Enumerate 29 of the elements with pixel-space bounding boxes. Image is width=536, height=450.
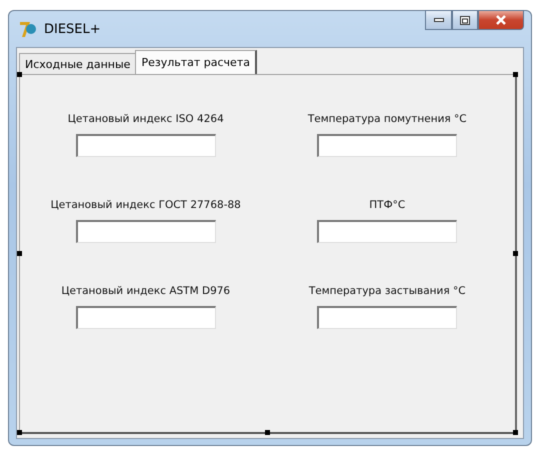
maximize-icon — [460, 16, 470, 24]
selection-handle[interactable] — [17, 72, 22, 77]
close-button[interactable] — [478, 10, 524, 30]
close-icon — [495, 15, 507, 25]
input-field[interactable] — [76, 220, 216, 243]
selection-handle[interactable] — [513, 430, 518, 435]
field-label: Цетановый индекс ГОСТ 27768-88 — [50, 199, 241, 211]
app-logo-icon — [18, 19, 38, 39]
field-label: ПТФ°С — [369, 199, 406, 211]
input-field[interactable] — [317, 134, 458, 157]
field-label: Температура застывания °С — [308, 285, 466, 297]
tab[interactable]: Результат расчета — [135, 50, 257, 74]
selection-handle[interactable] — [513, 250, 518, 256]
window-title: DIESEL+ — [44, 22, 102, 36]
input-field[interactable] — [76, 306, 216, 329]
field-label: Цетановый индекс ASTM D976 — [61, 285, 230, 297]
minimize-icon — [434, 18, 444, 22]
selection-handle[interactable] — [264, 430, 270, 435]
input-field[interactable] — [317, 306, 458, 329]
selection-handle[interactable] — [513, 72, 518, 77]
field-label: Цетановый индекс ISO 4264 — [68, 113, 224, 125]
selection-handle[interactable] — [17, 430, 22, 435]
maximize-button[interactable] — [452, 10, 478, 30]
input-field[interactable] — [76, 134, 216, 157]
selection-handle[interactable] — [17, 250, 22, 256]
minimize-button[interactable] — [425, 10, 452, 30]
tab[interactable]: Исходные данные — [19, 53, 136, 74]
field-label: Температура помутнения °С — [308, 113, 467, 125]
input-field[interactable] — [317, 220, 458, 243]
